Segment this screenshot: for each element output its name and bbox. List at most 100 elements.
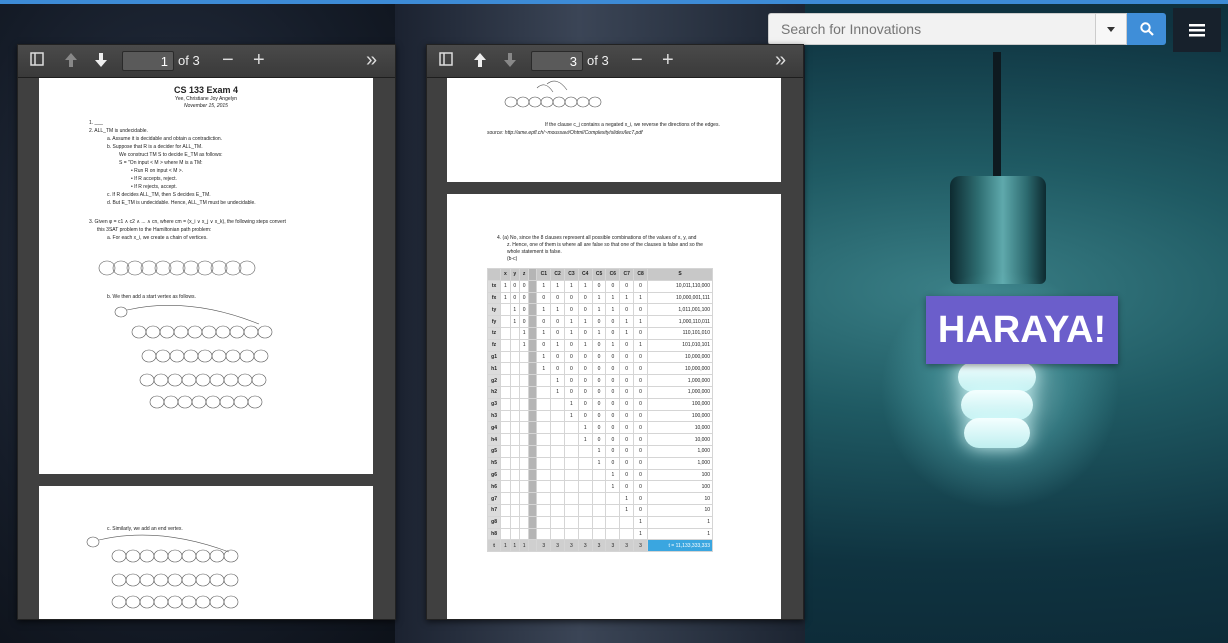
double-chevron-right-icon: »	[775, 49, 787, 71]
table-cell: 0	[605, 279, 621, 293]
pdf-page-2: c. Similarly, we add an end vertex.	[39, 486, 373, 619]
table-cell: fz	[486, 338, 502, 352]
table-cell: 1	[577, 315, 593, 328]
table-cell: 1	[647, 527, 713, 541]
table-cell: 1	[564, 397, 579, 411]
table-cell: 1	[518, 338, 530, 352]
table-cell: 1,000,000	[647, 385, 713, 399]
table-cell	[550, 433, 566, 446]
table-cell: 1	[550, 374, 566, 387]
table-cell: 0	[633, 421, 648, 435]
doc-line: a. Assume it is decidable and obtain a c…	[107, 136, 223, 142]
doc-line: 4. (a) No, since the 8 clauses represent…	[497, 235, 697, 241]
arrow-down-icon	[504, 53, 516, 67]
tools-button[interactable]: »	[775, 49, 786, 72]
table-cell	[528, 433, 538, 446]
pdf-document-area[interactable]: If the clause c_j contains a negated x_i…	[427, 78, 803, 619]
table-cell: 1	[577, 279, 593, 293]
table-cell: 0	[591, 315, 607, 328]
table-cell: 0	[564, 303, 579, 317]
table-cell	[528, 492, 538, 505]
table-cell: 0	[564, 374, 579, 387]
table-cell: 0	[564, 385, 579, 399]
table-cell: 1	[536, 279, 552, 293]
arrow-down-icon	[95, 53, 107, 67]
table-cell: 10,000,000	[647, 350, 713, 364]
table-cell	[536, 503, 552, 517]
table-cell	[619, 515, 635, 529]
pdf-document-area[interactable]: CS 133 Exam 4 Yee, Christiane Joy Angely…	[18, 78, 395, 619]
table-cell	[577, 456, 593, 470]
table-header-cell: z	[518, 268, 530, 281]
table-cell: h7	[486, 503, 502, 517]
table-cell	[605, 503, 621, 517]
table-cell	[500, 468, 511, 482]
table-cell: 1	[564, 315, 579, 328]
tools-button[interactable]: »	[366, 49, 377, 72]
haraya-logo[interactable]: HARAYA!	[926, 296, 1118, 364]
table-cell: 0	[577, 362, 593, 376]
table-cell: 1	[619, 291, 635, 305]
search-button[interactable]	[1127, 13, 1166, 45]
table-cell	[536, 433, 552, 446]
pdf-toolbar: 1 of 3 − + »	[18, 45, 395, 78]
table-cell	[577, 492, 593, 505]
table-cell: 0	[619, 338, 635, 352]
table-cell: 0	[564, 350, 579, 364]
table-cell	[591, 503, 607, 517]
table-cell: h8	[486, 527, 502, 541]
table-cell: 0	[591, 350, 607, 364]
zoom-in-button[interactable]: +	[662, 49, 674, 72]
next-page-button[interactable]	[94, 52, 108, 68]
table-cell: 0	[518, 291, 530, 305]
bulb-coil	[964, 418, 1030, 448]
page-number-input[interactable]: 3	[531, 51, 583, 71]
table-header-cell: C3	[564, 268, 579, 281]
table-cell	[536, 468, 552, 482]
toggle-sidebar-button[interactable]	[30, 52, 44, 66]
doc-title: CS 133 Exam 4	[173, 85, 239, 95]
table-cell	[500, 315, 511, 328]
table-row: ty 1 0 1 1 0 0 1 1 0 0 1,011,001,100	[486, 303, 713, 317]
table-cell: 110,101,010	[647, 326, 713, 340]
table-cell	[528, 362, 538, 376]
table-cell	[500, 503, 511, 517]
table-cell	[509, 385, 520, 399]
table-cell	[550, 421, 566, 435]
table-cell: 0	[577, 326, 593, 340]
previous-page-button[interactable]	[64, 52, 78, 68]
table-cell	[518, 433, 530, 446]
previous-page-button[interactable]	[473, 52, 487, 68]
next-page-button[interactable]	[503, 52, 517, 68]
table-cell: 0	[509, 279, 520, 293]
search-dropdown-button[interactable]	[1095, 13, 1127, 45]
zoom-out-button[interactable]: −	[631, 49, 643, 72]
table-row: tz 1 1 0 1 0 1 0 1 0 110,101,010	[486, 326, 713, 340]
table-cell	[591, 515, 607, 529]
table-cell: 1	[509, 303, 520, 317]
zoom-in-button[interactable]: +	[253, 49, 265, 72]
hamburger-menu-button[interactable]	[1173, 8, 1221, 52]
table-cell	[518, 350, 530, 364]
table-cell: 1	[509, 539, 520, 553]
doc-line: 3. Given φ = c1 ∧ c2 ∧ ... ∧ cn, where c…	[89, 219, 286, 225]
table-cell: 0	[550, 315, 566, 328]
toggle-sidebar-button[interactable]	[439, 52, 453, 66]
doc-line: S = "On input < M > where M is a TM:	[119, 160, 203, 166]
table-cell: 1	[633, 515, 648, 529]
table-header-cell: C2	[550, 268, 566, 281]
table-row: g4 1 0 0 0 0 10,000	[486, 421, 713, 435]
page-number-input[interactable]: 1	[122, 51, 174, 71]
table-cell	[509, 480, 520, 494]
table-cell	[528, 397, 538, 411]
table-cell: 0	[633, 492, 648, 505]
doc-line: b. We then add a start vertex as follows…	[107, 294, 196, 300]
zoom-out-button[interactable]: −	[222, 49, 234, 72]
doc-line: b. Suppose that R is a decider for ALL_T…	[107, 144, 203, 150]
doc-line: z. Hence, one of them is where all are f…	[507, 242, 703, 248]
table-cell: 1,000,110,011	[647, 315, 713, 328]
table-row: h3 1 0 0 0 0 0 100,000	[486, 409, 713, 423]
table-cell	[528, 539, 538, 553]
table-cell: 0	[605, 397, 621, 411]
search-input[interactable]	[768, 13, 1095, 45]
